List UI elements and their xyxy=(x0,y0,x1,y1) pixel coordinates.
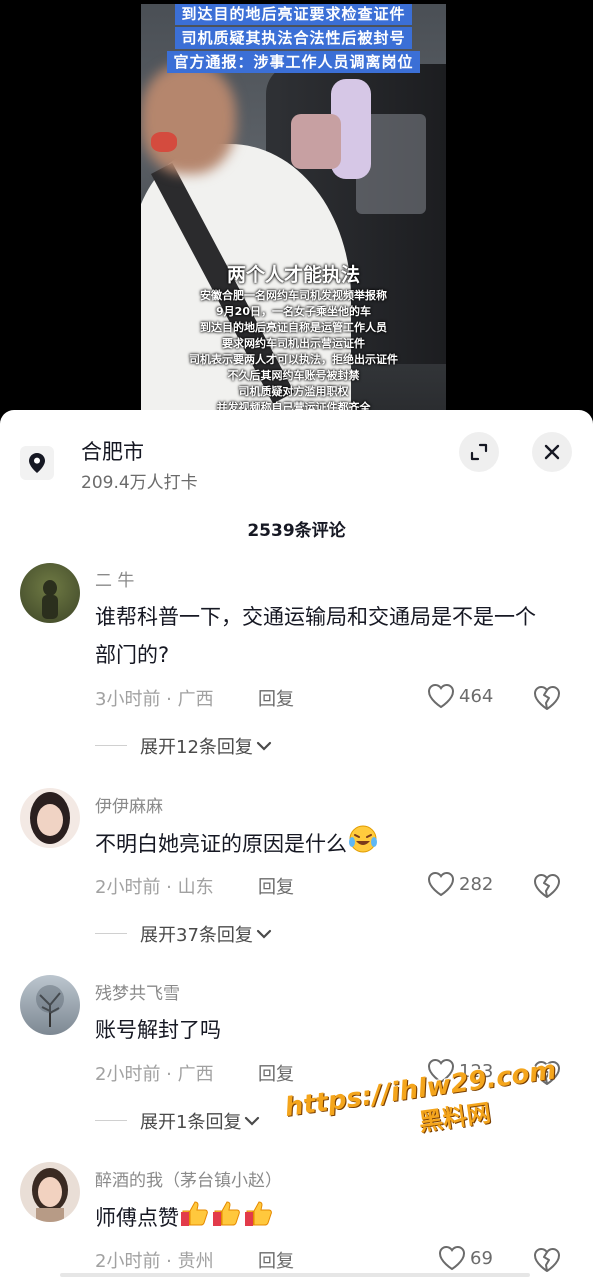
broken-heart-icon xyxy=(534,874,560,898)
comment-time-location: 2小时前 · 广西 xyxy=(95,1064,214,1085)
video-frame: 到达目的地后亮证要求检查证件 司机质疑其执法合法性后被封号 官方通报：涉事工作人… xyxy=(141,4,446,414)
comment-text-body: 师傅点赞 xyxy=(95,1206,179,1230)
expand-button[interactable] xyxy=(459,432,499,472)
video-player[interactable]: 到达目的地后亮证要求检查证件 司机质疑其执法合法性后被封号 官方通报：涉事工作人… xyxy=(0,0,593,420)
heart-icon xyxy=(427,683,455,709)
reply-button[interactable]: 回复 xyxy=(258,1247,294,1273)
comment-username[interactable]: 醉酒的我（茅台镇小赵） xyxy=(95,1166,282,1191)
expand-replies[interactable]: 展开1条回复 xyxy=(95,1108,261,1134)
subtitle-line: 不久后其网约车账号被封禁 xyxy=(227,369,360,382)
expand-replies[interactable]: 展开37条回复 xyxy=(95,921,273,947)
like-button[interactable]: 69 xyxy=(438,1245,493,1271)
location-title[interactable]: 合肥市 xyxy=(81,436,144,466)
reply-button[interactable]: 回复 xyxy=(258,685,294,711)
like-count: 282 xyxy=(459,873,494,895)
caption-line: 到达目的地后亮证要求检查证件 xyxy=(175,4,412,25)
avatar[interactable] xyxy=(20,788,80,848)
broken-heart-icon xyxy=(534,686,560,710)
comment-time-location: 2小时前 · 山东 xyxy=(95,877,214,898)
comment-text: 不明白她亮证的原因是什么 xyxy=(95,824,555,866)
avatar[interactable] xyxy=(20,1162,80,1222)
caption-line: 司机质疑其执法合法性后被封号 xyxy=(175,27,412,49)
subtitle-line: 要求网约车司机出示营运证件 xyxy=(222,337,365,350)
reply-button[interactable]: 回复 xyxy=(258,1060,294,1086)
laughing-emoji-icon xyxy=(347,824,379,866)
broken-heart-icon xyxy=(534,1248,560,1272)
subtitle-title: 两个人才能执法 xyxy=(226,264,360,286)
close-icon xyxy=(544,444,560,460)
subtitle-line: 司机质疑对方滥用职权 xyxy=(238,385,349,398)
video-subtitle-block: 两个人才能执法 安徽合肥一名网约车司机发视频举报称 9月20日，一名女子乘坐他的… xyxy=(141,262,446,414)
dislike-button[interactable] xyxy=(533,685,561,715)
home-indicator xyxy=(60,1273,530,1277)
dislike-button[interactable] xyxy=(533,873,561,903)
blurred-face xyxy=(141,64,236,174)
expand-replies-label[interactable]: 展开12条回复 xyxy=(140,733,253,759)
comment-time-location: 2小时前 · 贵州 xyxy=(95,1251,214,1272)
like-count: 69 xyxy=(470,1247,493,1269)
comment-count: 2539条评论 xyxy=(247,521,346,541)
expand-icon xyxy=(470,443,488,461)
handbag xyxy=(291,114,341,169)
location-pin-icon[interactable] xyxy=(20,446,54,480)
chevron-down-icon xyxy=(256,741,272,751)
reply-button[interactable]: 回复 xyxy=(258,873,294,899)
expand-replies-label[interactable]: 展开37条回复 xyxy=(140,921,253,947)
chevron-down-icon xyxy=(256,929,272,939)
subtitle-line: 司机表示要两人才可以执法，拒绝出示证件 xyxy=(189,353,398,366)
expand-replies[interactable]: 展开12条回复 xyxy=(95,733,273,759)
heart-icon xyxy=(438,1245,466,1271)
chevron-down-icon xyxy=(245,1116,260,1126)
mouth xyxy=(151,132,177,152)
thumbs-up-emoji-icon xyxy=(179,1198,279,1240)
comment-text: 账号解封了吗 xyxy=(95,1018,221,1042)
location-checkins: 209.4万人打卡 xyxy=(81,473,198,493)
comment-username[interactable]: 伊伊麻麻 xyxy=(95,792,163,817)
dislike-button[interactable] xyxy=(533,1247,561,1277)
close-button[interactable] xyxy=(532,432,572,472)
comment-text-body: 不明白她亮证的原因是什么 xyxy=(95,832,347,856)
comment-username[interactable]: 残梦共飞雪 xyxy=(95,979,180,1004)
video-captions: 到达目的地后亮证要求检查证件 司机质疑其执法合法性后被封号 官方通报：涉事工作人… xyxy=(141,4,446,73)
avatar[interactable] xyxy=(20,563,80,623)
comment-text: 师傅点赞 xyxy=(95,1198,555,1240)
like-button[interactable]: 282 xyxy=(427,871,493,897)
comment-username[interactable]: 二 牛 xyxy=(95,566,134,591)
like-button[interactable]: 464 xyxy=(427,683,493,709)
avatar[interactable] xyxy=(20,975,80,1035)
expand-replies-label[interactable]: 展开1条回复 xyxy=(140,1108,241,1134)
comment-time-location: 3小时前 · 广西 xyxy=(95,689,214,710)
subtitle-line: 到达目的地后亮证自称是运管工作人员 xyxy=(200,321,387,334)
subtitle-line: 安徽合肥一名网约车司机发视频举报称 xyxy=(200,289,387,302)
heart-icon xyxy=(427,871,455,897)
comment-text: 谁帮科普一下，交通运输局和交通局是不是一个部门的? xyxy=(95,605,536,667)
subtitle-line: 9月20日，一名女子乘坐他的车 xyxy=(216,305,371,318)
caption-line: 官方通报：涉事工作人员调离岗位 xyxy=(167,51,420,73)
like-count: 464 xyxy=(459,685,494,707)
